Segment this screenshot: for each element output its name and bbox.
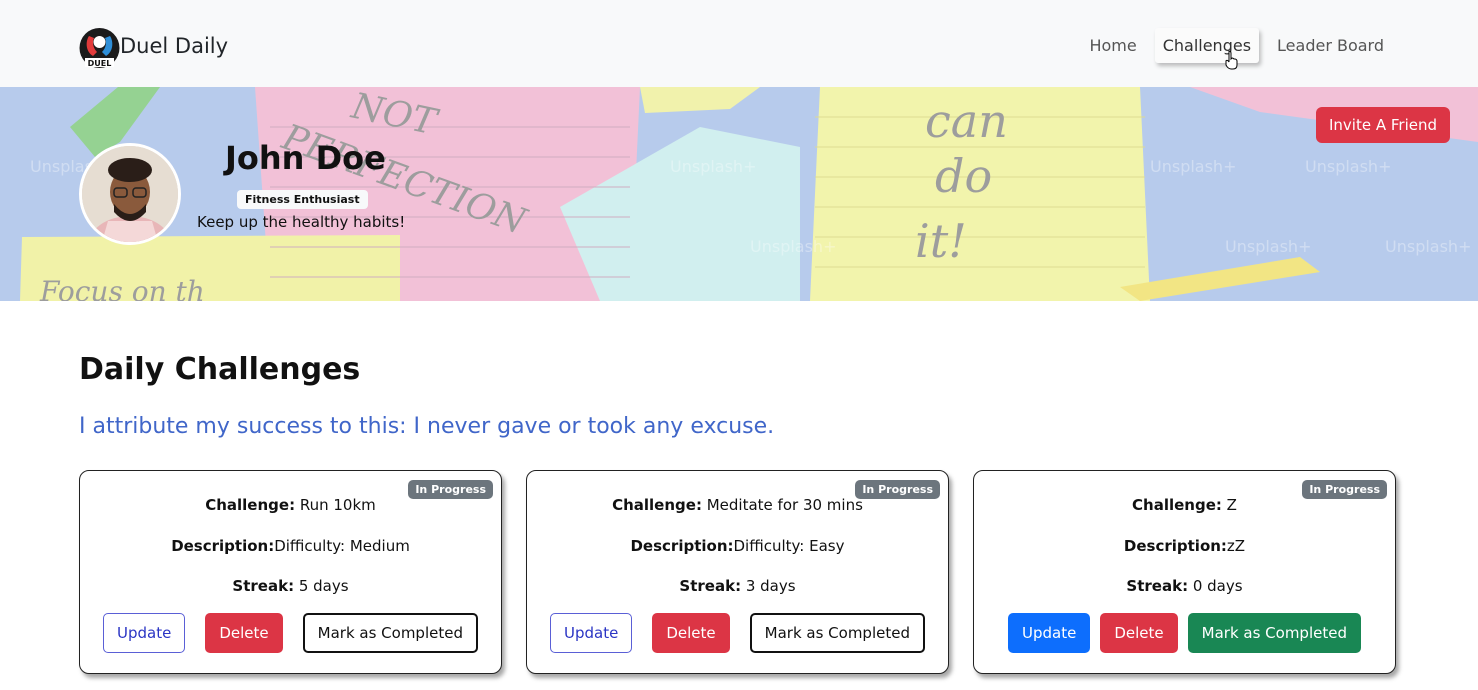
delete-button[interactable]: Delete — [205, 613, 283, 653]
navbar: DUEL Duel Daily Home Challenges Leader B… — [0, 0, 1478, 87]
delete-button[interactable]: Delete — [1100, 613, 1178, 653]
page-title: Daily Challenges — [79, 352, 361, 387]
invite-friend-button[interactable]: Invite A Friend — [1315, 107, 1450, 143]
user-title-badge: Fitness Enthusiast — [237, 190, 368, 209]
challenge-description: Difficulty: Easy — [733, 537, 845, 555]
mark-completed-button[interactable]: Mark as Completed — [749, 613, 925, 653]
challenge-streak: 3 days — [745, 577, 796, 595]
challenge-card: In Progress Challenge: Z Description:zZ … — [973, 470, 1396, 674]
nav-home[interactable]: Home — [1081, 28, 1144, 63]
challenge-description: zZ — [1226, 537, 1246, 555]
streak-row: Streak: 5 days — [232, 577, 349, 595]
streak-row: Streak: 3 days — [679, 577, 796, 595]
brand-name: Duel Daily — [120, 34, 229, 58]
challenge-card: In Progress Challenge: Run 10km Descript… — [79, 470, 502, 674]
description-row: Description:Difficulty: Easy — [630, 537, 845, 555]
streak-row: Streak: 0 days — [1126, 577, 1243, 595]
challenge-row: Challenge: Z — [1132, 496, 1237, 514]
mark-completed-button[interactable]: Mark as Completed — [302, 613, 478, 653]
duel-daily-logo-icon: DUEL — [79, 22, 120, 74]
mark-completed-button[interactable]: Mark as Completed — [1187, 613, 1361, 653]
avatar — [79, 143, 181, 245]
user-tagline: Keep up the healthy habits! — [197, 213, 406, 231]
description-row: Description:zZ — [1123, 537, 1246, 555]
challenge-description: Difficulty: Medium — [274, 537, 410, 555]
nav-challenges[interactable]: Challenges — [1154, 28, 1260, 63]
card-actions: Update Delete Mark as Completed — [974, 613, 1395, 653]
update-button[interactable]: Update — [1008, 613, 1091, 653]
motivational-quote: I attribute my success to this: I never … — [79, 414, 775, 439]
challenge-row: Challenge: Meditate for 30 mins — [612, 496, 863, 514]
challenge-streak: 0 days — [1192, 577, 1243, 595]
challenge-card: In Progress Challenge: Meditate for 30 m… — [526, 470, 949, 674]
card-actions: Update Delete Mark as Completed — [527, 613, 948, 653]
challenge-streak: 5 days — [298, 577, 349, 595]
delete-button[interactable]: Delete — [652, 613, 730, 653]
banner-overlay — [0, 87, 1478, 301]
nav-leader-board[interactable]: Leader Board — [1269, 28, 1392, 63]
challenge-name: Z — [1226, 496, 1237, 514]
profile-banner: NOT PERFECTION can do it! Focus on th Un… — [0, 87, 1478, 301]
challenge-name: Run 10km — [299, 496, 376, 514]
description-row: Description:Difficulty: Medium — [171, 537, 410, 555]
challenge-row: Challenge: Run 10km — [205, 496, 376, 514]
update-button[interactable]: Update — [103, 613, 186, 653]
update-button[interactable]: Update — [550, 613, 633, 653]
svg-text:DUEL: DUEL — [88, 59, 112, 68]
user-name: John Doe — [225, 139, 386, 177]
challenge-name: Meditate for 30 mins — [706, 496, 863, 514]
hand-cursor-icon — [1225, 50, 1239, 74]
card-actions: Update Delete Mark as Completed — [80, 613, 501, 653]
brand[interactable]: DUEL Duel Daily — [79, 22, 228, 74]
